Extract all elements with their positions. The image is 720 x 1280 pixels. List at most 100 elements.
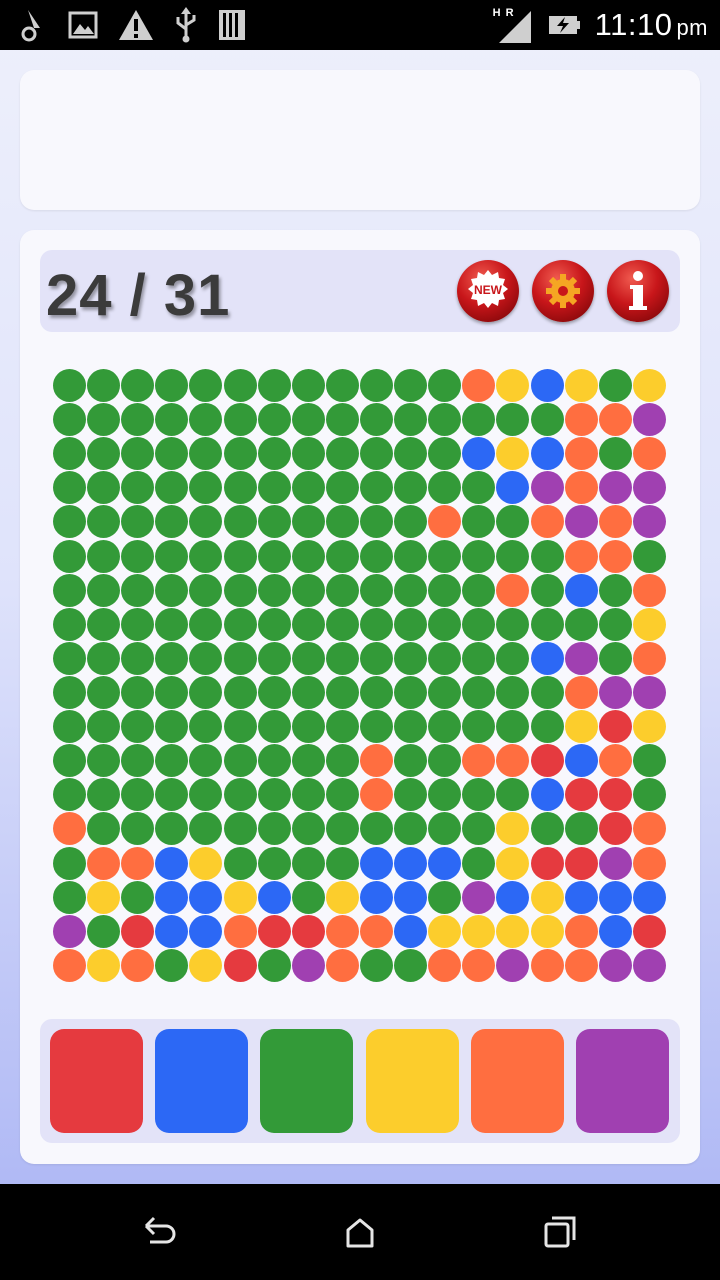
- board-dot: [632, 437, 666, 471]
- board-dot: [632, 539, 666, 573]
- info-icon: [629, 271, 647, 310]
- color-palette: [40, 1019, 680, 1143]
- status-clock: 11:10 pm: [595, 7, 708, 43]
- info-button[interactable]: [607, 260, 669, 322]
- board-dot: [87, 778, 121, 812]
- board-dot: [530, 846, 564, 880]
- board-dot: [291, 710, 325, 744]
- new-button-label: NEW: [474, 283, 502, 297]
- board-dot: [223, 369, 257, 402]
- board-dot: [598, 641, 632, 675]
- home-icon[interactable]: [340, 1212, 380, 1252]
- board-dot: [189, 369, 223, 402]
- board-dot: [530, 607, 564, 641]
- board-dot: [359, 812, 393, 846]
- board-dot: [530, 675, 564, 709]
- key-notification-icon: [21, 10, 40, 42]
- board-dot: [325, 948, 359, 982]
- board-dot: [394, 778, 428, 812]
- board-dot: [428, 812, 462, 846]
- board-dot: [87, 880, 121, 914]
- board-dot: [598, 812, 632, 846]
- board-dot: [121, 607, 155, 641]
- board-dot: [496, 505, 530, 539]
- board-dot: [462, 778, 496, 812]
- board-dot: [155, 539, 189, 573]
- board-dot: [598, 710, 632, 744]
- board-dot: [530, 573, 564, 607]
- board-dot: [87, 675, 121, 709]
- board-dot: [359, 778, 393, 812]
- board-dot: [462, 641, 496, 675]
- board-dot: [291, 505, 325, 539]
- board-dot: [632, 573, 666, 607]
- board-dot: [496, 369, 530, 402]
- board-dot: [530, 437, 564, 471]
- board-dot: [223, 607, 257, 641]
- board-dot: [53, 573, 86, 607]
- board-dot: [496, 641, 530, 675]
- board-dot: [121, 573, 155, 607]
- board-dot: [428, 539, 462, 573]
- board-dot: [359, 539, 393, 573]
- board-dot: [598, 846, 632, 880]
- board-dot: [121, 471, 155, 505]
- board-dot: [496, 437, 530, 471]
- board-dot: [359, 880, 393, 914]
- back-icon[interactable]: [140, 1212, 180, 1252]
- color-button-red[interactable]: [50, 1029, 143, 1133]
- board-dot: [428, 437, 462, 471]
- board-dot: [462, 675, 496, 709]
- board-dot: [325, 539, 359, 573]
- color-button-yellow[interactable]: [365, 1029, 459, 1133]
- board-dot: [359, 505, 393, 539]
- color-button-purple[interactable]: [576, 1029, 669, 1133]
- board-dot: [257, 505, 291, 539]
- clock-ampm: pm: [676, 15, 708, 40]
- board-dot: [462, 914, 496, 948]
- board-dot: [87, 369, 121, 402]
- board-dot: [564, 641, 598, 675]
- board-dot: [223, 641, 257, 675]
- board-dot: [325, 914, 359, 948]
- board-dot: [155, 641, 189, 675]
- color-button-blue[interactable]: [155, 1029, 249, 1133]
- board-dot: [155, 846, 189, 880]
- color-button-green[interactable]: [260, 1029, 354, 1133]
- settings-button[interactable]: [532, 260, 594, 322]
- board-dot: [632, 369, 666, 402]
- board-dot: [530, 471, 564, 505]
- board-dot: [257, 471, 291, 505]
- board-dot: [87, 403, 121, 437]
- board-dot: [462, 437, 496, 471]
- board-dot: [223, 573, 257, 607]
- board-dot: [632, 505, 666, 539]
- board-dot: [564, 948, 598, 982]
- board-dot: [223, 744, 257, 778]
- board-dot: [598, 403, 632, 437]
- board-dot: [53, 710, 86, 744]
- board-dot: [598, 880, 632, 914]
- board-dot: [632, 744, 666, 778]
- board-dot: [359, 573, 393, 607]
- board-dot: [530, 505, 564, 539]
- recents-icon[interactable]: [540, 1212, 580, 1252]
- board-dot: [87, 573, 121, 607]
- board-dot: [155, 437, 189, 471]
- board-dot: [632, 471, 666, 505]
- new-game-button[interactable]: NEW: [457, 260, 519, 322]
- color-button-orange[interactable]: [470, 1029, 564, 1133]
- board-dot: [223, 812, 257, 846]
- board-dot: [53, 403, 86, 437]
- board-dot: [291, 573, 325, 607]
- board-dot: [462, 846, 496, 880]
- board-dot: [428, 573, 462, 607]
- board-dot: [394, 403, 428, 437]
- board-dot: [325, 812, 359, 846]
- board-dot: [530, 641, 564, 675]
- board-dot: [359, 914, 393, 948]
- board-dot: [121, 812, 155, 846]
- board-dot: [87, 744, 121, 778]
- board-dot: [564, 744, 598, 778]
- board-dot: [598, 573, 632, 607]
